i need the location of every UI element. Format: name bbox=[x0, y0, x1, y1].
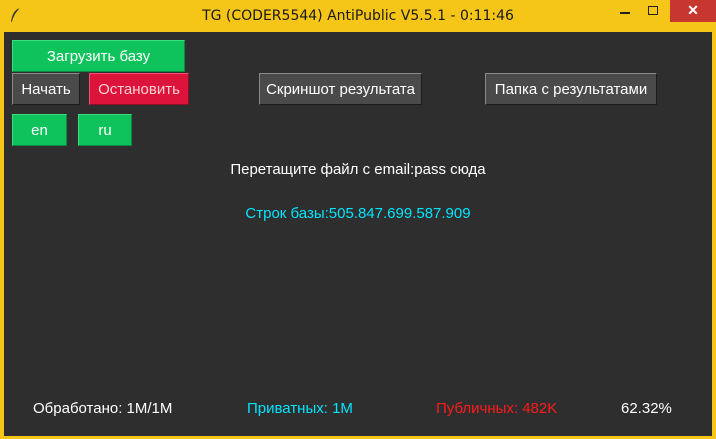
maximize-icon bbox=[648, 6, 658, 15]
window-title: TG (CODER5544) AntiPublic V5.5.1 - 0:11:… bbox=[202, 8, 514, 24]
main-panel: Загрузить базу Начать Остановить Скриншо… bbox=[4, 32, 712, 436]
drop-hint: Перетащите файл с email:pass сюда bbox=[230, 161, 486, 178]
minimize-icon bbox=[620, 12, 630, 14]
title-bar[interactable]: TG (CODER5544) AntiPublic V5.5.1 - 0:11:… bbox=[0, 0, 716, 32]
start-button[interactable]: Начать bbox=[12, 73, 80, 105]
app-window: TG (CODER5544) AntiPublic V5.5.1 - 0:11:… bbox=[0, 0, 716, 439]
close-icon: ✕ bbox=[687, 2, 699, 18]
base-lines-count: Строк базы:505.847.699.587.909 bbox=[245, 205, 471, 222]
private-count: Приватных: 1M bbox=[247, 400, 353, 417]
lang-ru-button[interactable]: ru bbox=[78, 114, 132, 146]
minimize-button[interactable] bbox=[612, 0, 638, 22]
results-folder-button[interactable]: Папка с результатами bbox=[485, 73, 657, 105]
load-base-button[interactable]: Загрузить базу bbox=[12, 40, 185, 72]
processed-status: Обработано: 1M/1M bbox=[33, 400, 173, 417]
lang-en-button[interactable]: en bbox=[12, 114, 67, 146]
close-button[interactable]: ✕ bbox=[670, 0, 716, 22]
public-count: Публичных: 482K bbox=[436, 400, 558, 417]
stop-button[interactable]: Остановить bbox=[89, 73, 189, 105]
progress-percent: 62.32% bbox=[621, 400, 672, 417]
screenshot-button[interactable]: Скриншот результата bbox=[259, 73, 422, 105]
maximize-button[interactable] bbox=[640, 0, 666, 22]
